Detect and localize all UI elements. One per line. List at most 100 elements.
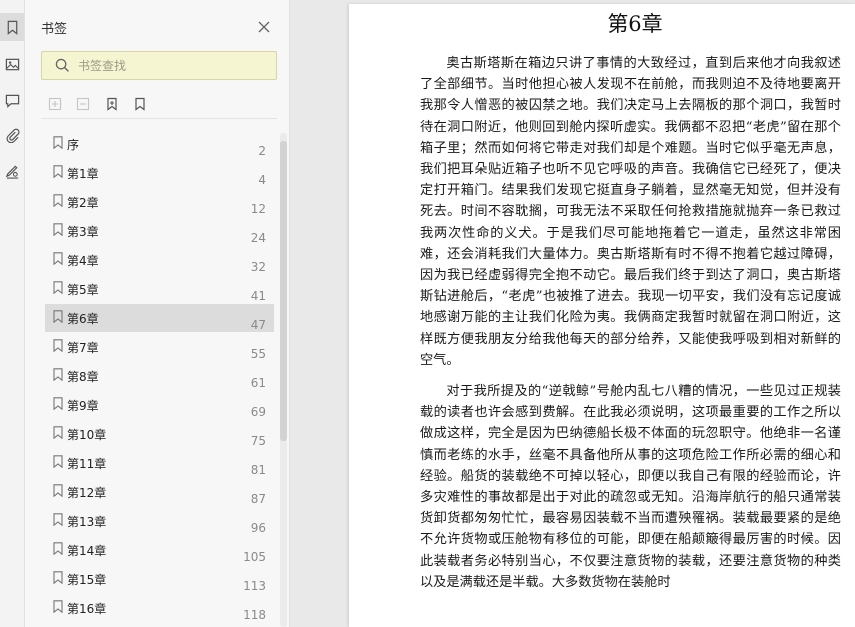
bookmark-scrollbar[interactable] (280, 133, 287, 627)
bookmark-icon (53, 600, 63, 613)
bookmark-icon (53, 165, 63, 178)
bookmark-label: 第4章 (67, 254, 99, 268)
panel-title: 书签 (41, 22, 68, 37)
bookmark-page-number: 41 (250, 289, 266, 303)
bookmark-page-number: 105 (243, 550, 266, 564)
bookmark-page-number: 69 (250, 405, 266, 419)
signature-icon (5, 164, 18, 179)
paragraph: 奥古斯塔斯在箱边只讲了事情的大致经过，直到后来他才向我叙述了全部细节。当时他担心… (420, 56, 841, 368)
bookmark-icon (53, 223, 63, 236)
bookmark-label: 第3章 (67, 225, 99, 239)
bookmark-page-number: 2 (258, 144, 266, 158)
chapter-title: 第6章 (607, 12, 663, 36)
bookmark-icon (53, 513, 63, 526)
bookmark-item[interactable]: 第8章 61 (45, 362, 274, 390)
attachment-tab[interactable] (0, 121, 24, 149)
bookmark-icon (53, 397, 63, 410)
bookmark-page-number: 4 (258, 173, 266, 187)
bookmark-tab[interactable] (0, 13, 24, 41)
bookmark-page-number: 12 (250, 202, 266, 216)
bookmark-label: 第13章 (67, 515, 107, 529)
search-input[interactable] (78, 58, 268, 73)
bookmark-label: 第12章 (67, 486, 107, 500)
bookmark-page-number: 55 (250, 347, 266, 361)
bookmark-page-number: 96 (250, 521, 266, 535)
bookmark-item[interactable]: 第4章 32 (45, 246, 274, 274)
bookmark-label: 第1章 (67, 167, 99, 181)
bookmark-item[interactable]: 第9章 69 (45, 391, 274, 419)
bookmark-label: 第16章 (67, 602, 107, 616)
close-panel-button[interactable] (257, 19, 271, 33)
comment-tab[interactable] (0, 86, 24, 114)
bookmark-item[interactable]: 第15章 113 (45, 565, 274, 593)
bookmark-icon (53, 484, 63, 497)
search-icon (55, 58, 69, 72)
bookmark-icon (53, 368, 63, 381)
bookmark-page-number: 75 (250, 434, 266, 448)
bookmark-icon (53, 252, 63, 265)
bookmark-icon (53, 194, 63, 207)
collapse-all-icon (76, 97, 90, 111)
bookmark-icon (53, 310, 63, 323)
scroll-thumb[interactable] (280, 141, 287, 441)
bookmark-label: 第2章 (67, 196, 99, 210)
bookmark-label: 第14章 (67, 544, 107, 558)
add-bookmark-button[interactable] (104, 96, 120, 112)
collapse-all-button[interactable] (75, 96, 91, 112)
bookmark-page-number: 113 (243, 579, 266, 593)
bookmark-item[interactable]: 第12章 87 (45, 478, 274, 506)
bookmark-icon (53, 426, 63, 439)
bookmark-item[interactable]: 第5章 41 (45, 275, 274, 303)
bookmark-button[interactable] (132, 96, 148, 112)
bookmark-label: 第5章 (67, 283, 99, 297)
bookmark-page-number: 47 (250, 318, 266, 332)
bookmark-label: 第9章 (67, 399, 99, 413)
bookmark-icon (53, 542, 63, 555)
bookmark-label: 序 (67, 138, 80, 152)
bookmark-item[interactable]: 第14章 105 (45, 536, 274, 564)
bookmark-icon (53, 455, 63, 468)
attachment-icon (6, 128, 20, 143)
image-tab[interactable] (0, 50, 24, 78)
bookmark-page-number: 81 (250, 463, 266, 477)
bookmark-icon (53, 339, 63, 352)
bookmark-item[interactable]: 第2章 12 (45, 188, 274, 216)
bookmark-label: 第8章 (67, 370, 99, 384)
document-page: 第6章 奥古斯塔斯在箱边只讲了事情的大致经过，直到后来他才向我叙述了全部细节。当… (349, 4, 855, 627)
bookmark-icon (7, 20, 17, 35)
bookmark-page-number: 118 (243, 608, 266, 622)
bookmark-label: 第10章 (67, 428, 107, 442)
bookmark-item[interactable]: 第3章 24 (45, 217, 274, 245)
bookmark-label: 第15章 (67, 573, 107, 587)
bookmark-icon (53, 571, 63, 584)
bookmark-panel: 书签 序2第1章4第2章12第3章24第4章32第5章41第6章47第7章55第… (25, 0, 290, 627)
bookmark-page-number: 24 (250, 231, 266, 245)
bookmark-outline-icon (135, 97, 145, 111)
bookmark-label: 第7章 (67, 341, 99, 355)
bookmark-page-number: 87 (250, 492, 266, 506)
bookmark-page-number: 61 (250, 376, 266, 390)
close-icon (258, 21, 270, 33)
bookmark-page-number: 32 (250, 260, 266, 274)
paragraph: 对于我所提及的“逆戟鲸”号舱内乱七八糟的情况，一些见过正规装载的读者也许会感到费… (420, 384, 841, 590)
bookmark-icon (53, 136, 63, 149)
bookmark-icon (53, 281, 63, 294)
bookmark-item[interactable]: 第13章 96 (45, 507, 274, 535)
expand-all-button[interactable] (47, 96, 63, 112)
bookmark-item[interactable]: 序2 (45, 130, 274, 158)
add-bookmark-icon (107, 97, 117, 111)
bookmark-search (41, 51, 277, 80)
image-icon (5, 58, 19, 70)
signature-tab[interactable] (0, 157, 24, 185)
bookmark-label: 第6章 (67, 312, 99, 326)
bookmark-item[interactable]: 第6章 47 (45, 304, 274, 332)
bookmark-item[interactable]: 第1章 4 (45, 159, 274, 187)
comment-icon (5, 94, 19, 108)
panel-divider (41, 118, 277, 119)
bookmark-item[interactable]: 第11章 81 (45, 449, 274, 477)
bookmark-item[interactable]: 第16章 118 (45, 594, 274, 622)
expand-all-icon (48, 97, 62, 111)
bookmark-item[interactable]: 第10章 75 (45, 420, 274, 448)
bookmark-item[interactable]: 第7章 55 (45, 333, 274, 361)
bookmark-label: 第11章 (67, 457, 107, 471)
